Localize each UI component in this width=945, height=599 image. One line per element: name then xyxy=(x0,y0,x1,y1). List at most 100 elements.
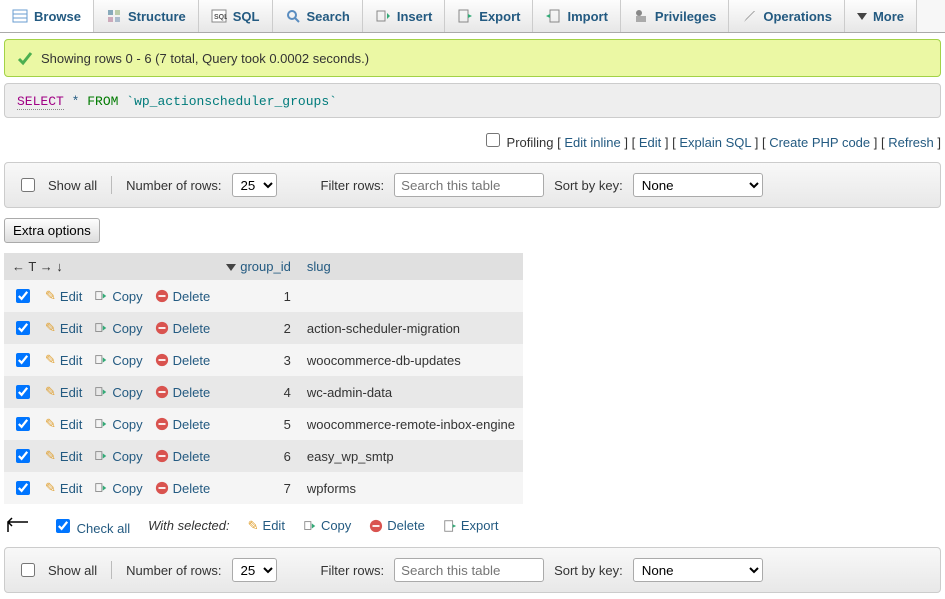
tab-search[interactable]: Search xyxy=(273,0,363,32)
sort-select[interactable]: None xyxy=(633,173,763,197)
show-all-label: Show all xyxy=(48,178,97,193)
bulk-edit[interactable]: ✎ Edit xyxy=(248,518,285,534)
num-rows-select[interactable]: 25 xyxy=(232,173,277,197)
tab-browse[interactable]: Browse xyxy=(0,0,94,32)
operations-icon xyxy=(741,8,757,24)
edit-link[interactable]: Edit xyxy=(639,135,661,150)
row-delete[interactable]: Delete xyxy=(155,481,211,496)
sort-label-bottom: Sort by key: xyxy=(554,563,623,578)
bulk-delete[interactable]: Delete xyxy=(369,518,425,533)
delete-icon xyxy=(155,321,169,335)
with-selected-label: With selected: xyxy=(148,518,230,533)
col-slug[interactable]: slug xyxy=(307,259,331,274)
check-all-checkbox[interactable] xyxy=(56,519,70,533)
row-layout-controls[interactable]: ← T → ↓ xyxy=(12,259,210,274)
controls-top: Show all Number of rows: 25 Filter rows:… xyxy=(4,162,941,208)
pencil-icon: ✎ xyxy=(45,448,56,464)
controls-bottom: Show all Number of rows: 25 Filter rows:… xyxy=(4,547,941,593)
row-edit[interactable]: ✎ Edit xyxy=(45,352,82,368)
copy-icon xyxy=(94,353,108,367)
row-delete[interactable]: Delete xyxy=(155,385,211,400)
extra-options-button[interactable]: Extra options xyxy=(4,218,100,243)
tab-insert[interactable]: Insert xyxy=(363,0,445,32)
sort-select-bottom[interactable]: None xyxy=(633,558,763,582)
tab-export[interactable]: Export xyxy=(445,0,533,32)
row-delete[interactable]: Delete xyxy=(155,321,211,336)
row-copy[interactable]: Copy xyxy=(94,449,142,464)
refresh-link[interactable]: Refresh xyxy=(888,135,934,150)
tab-privileges[interactable]: Privileges xyxy=(621,0,729,32)
bulk-actions: Check all With selected: ✎ Edit Copy Del… xyxy=(4,514,941,537)
delete-icon xyxy=(155,289,169,303)
row-checkbox[interactable] xyxy=(16,481,30,495)
num-rows-label-bottom: Number of rows: xyxy=(126,563,221,578)
row-delete[interactable]: Delete xyxy=(155,449,211,464)
profiling-label: Profiling xyxy=(507,135,554,150)
cell-slug: easy_wp_smtp xyxy=(299,440,523,472)
tab-more[interactable]: More xyxy=(845,0,917,32)
row-copy[interactable]: Copy xyxy=(94,321,142,336)
top-tabs: Browse Structure SQLSQL Search Insert Ex… xyxy=(0,0,945,33)
copy-icon xyxy=(94,417,108,431)
cell-group-id: 6 xyxy=(218,440,299,472)
filter-label-bottom: Filter rows: xyxy=(321,563,385,578)
create-php-link[interactable]: Create PHP code xyxy=(769,135,870,150)
table-row: ✎ Edit Copy Delete4wc-admin-data xyxy=(4,376,523,408)
bulk-export[interactable]: Export xyxy=(443,518,499,533)
svg-text:SQL: SQL xyxy=(214,14,227,21)
show-all-label-bottom: Show all xyxy=(48,563,97,578)
show-all-checkbox-bottom[interactable] xyxy=(21,563,35,577)
row-copy[interactable]: Copy xyxy=(94,481,142,496)
row-copy[interactable]: Copy xyxy=(94,385,142,400)
row-checkbox[interactable] xyxy=(16,449,30,463)
row-edit[interactable]: ✎ Edit xyxy=(45,384,82,400)
delete-icon xyxy=(155,481,169,495)
row-checkbox[interactable] xyxy=(16,417,30,431)
sort-label: Sort by key: xyxy=(554,178,623,193)
filter-input-bottom[interactable] xyxy=(394,558,544,582)
tab-operations[interactable]: Operations xyxy=(729,0,845,32)
cell-slug xyxy=(299,280,523,312)
filter-input[interactable] xyxy=(394,173,544,197)
explain-sql-link[interactable]: Explain SQL xyxy=(679,135,751,150)
table-row: ✎ Edit Copy Delete3woocommerce-db-update… xyxy=(4,344,523,376)
edit-inline-link[interactable]: Edit inline xyxy=(564,135,620,150)
row-edit[interactable]: ✎ Edit xyxy=(45,320,82,336)
row-edit[interactable]: ✎ Edit xyxy=(45,480,82,496)
row-checkbox[interactable] xyxy=(16,353,30,367)
copy-icon xyxy=(94,481,108,495)
row-checkbox[interactable] xyxy=(16,385,30,399)
check-icon xyxy=(17,50,33,66)
row-checkbox[interactable] xyxy=(16,289,30,303)
export-icon xyxy=(457,8,473,24)
row-delete[interactable]: Delete xyxy=(155,289,211,304)
pencil-icon: ✎ xyxy=(45,480,56,496)
row-copy[interactable]: Copy xyxy=(94,353,142,368)
arrow-up-icon xyxy=(4,516,34,539)
check-all-label[interactable]: Check all xyxy=(77,521,130,536)
show-all-checkbox[interactable] xyxy=(21,178,35,192)
row-delete[interactable]: Delete xyxy=(155,417,211,432)
structure-icon xyxy=(106,8,122,24)
tab-import[interactable]: Import xyxy=(533,0,620,32)
cell-slug: wpforms xyxy=(299,472,523,504)
copy-icon xyxy=(94,289,108,303)
search-icon xyxy=(285,8,301,24)
row-checkbox[interactable] xyxy=(16,321,30,335)
insert-icon xyxy=(375,8,391,24)
row-copy[interactable]: Copy xyxy=(94,417,142,432)
tab-sql[interactable]: SQLSQL xyxy=(199,0,273,32)
col-group-id[interactable]: group_id xyxy=(240,259,291,274)
table-row: ✎ Edit Copy Delete1 xyxy=(4,280,523,312)
num-rows-select-bottom[interactable]: 25 xyxy=(232,558,277,582)
tab-structure[interactable]: Structure xyxy=(94,0,199,32)
filter-label: Filter rows: xyxy=(321,178,385,193)
row-copy[interactable]: Copy xyxy=(94,289,142,304)
bulk-copy[interactable]: Copy xyxy=(303,518,351,533)
row-delete[interactable]: Delete xyxy=(155,353,211,368)
row-edit[interactable]: ✎ Edit xyxy=(45,288,82,304)
row-edit[interactable]: ✎ Edit xyxy=(45,416,82,432)
profiling-checkbox[interactable] xyxy=(486,133,500,147)
row-edit[interactable]: ✎ Edit xyxy=(45,448,82,464)
pencil-icon: ✎ xyxy=(45,384,56,400)
